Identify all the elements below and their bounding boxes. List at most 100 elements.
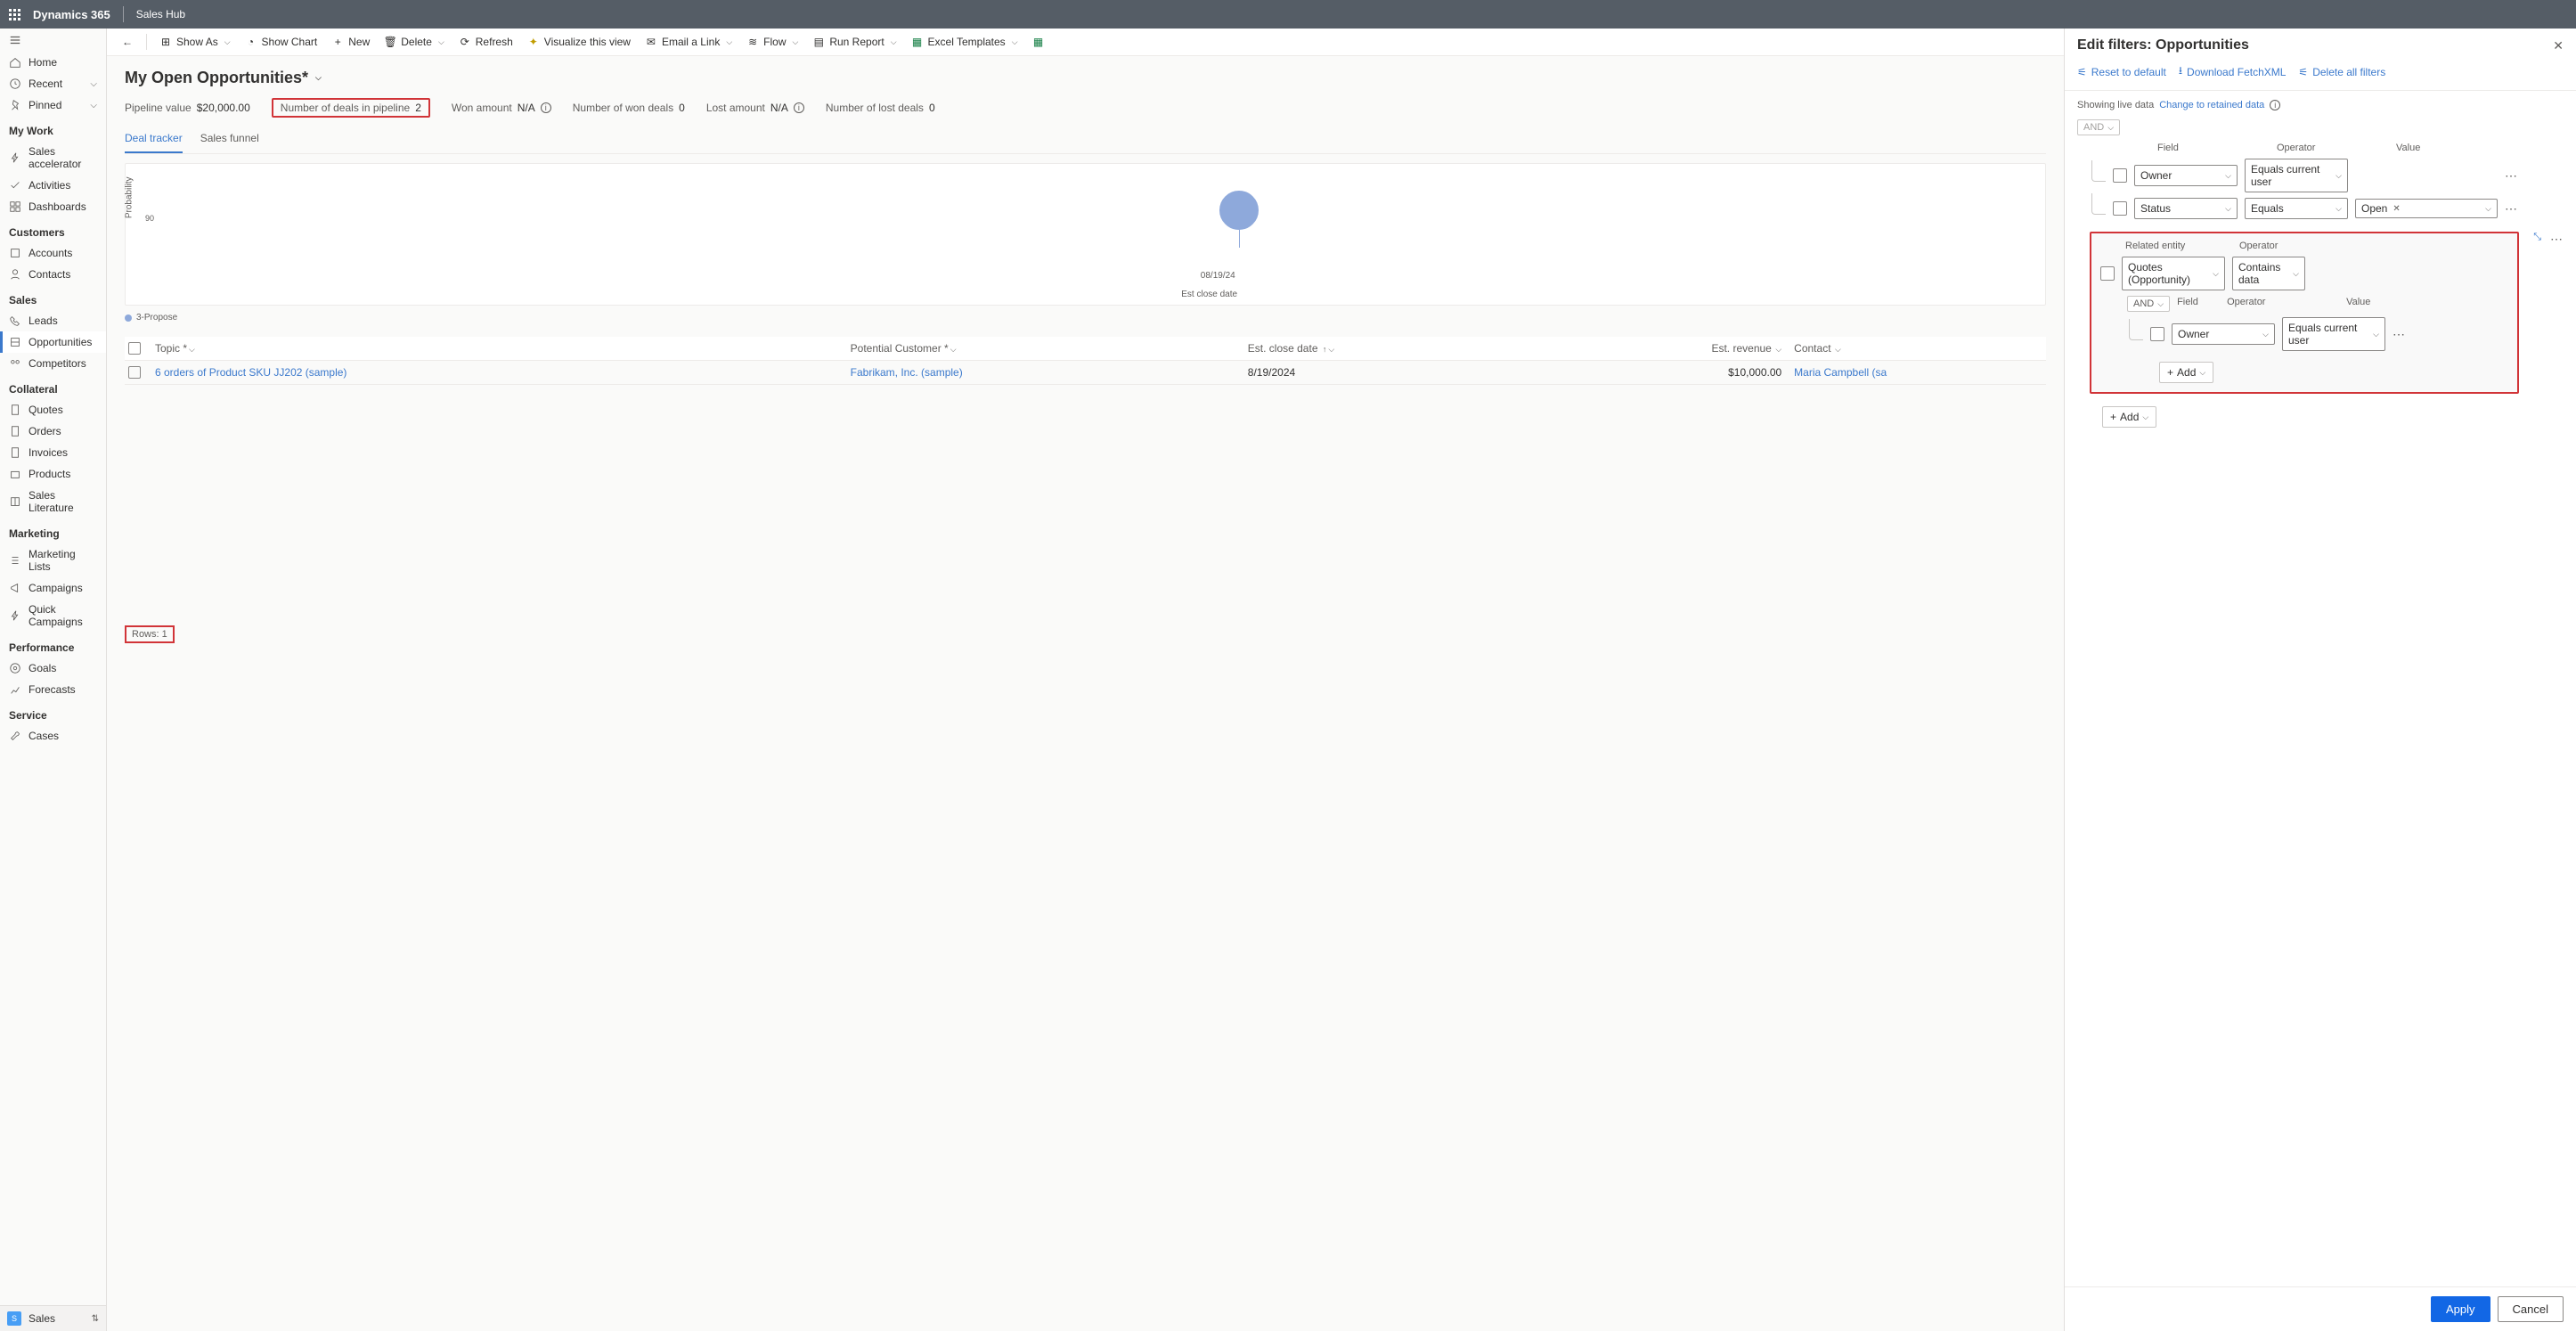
cmd-label: Delete (401, 36, 432, 48)
download-fetchxml-button[interactable]: ⭳Download FetchXML (2179, 62, 2287, 81)
metric-pipeline-value: Pipeline value$20,000.00 (125, 102, 250, 114)
nav-pinned[interactable]: Pinned ⌵ (0, 94, 106, 116)
condition-checkbox[interactable] (2113, 168, 2127, 183)
info-icon[interactable]: i (541, 102, 551, 113)
field-select[interactable]: Owner⌵ (2134, 165, 2238, 186)
info-icon[interactable]: i (2270, 100, 2280, 110)
doc-icon (9, 446, 21, 459)
change-retained-link[interactable]: Change to retained data (2159, 100, 2264, 110)
operator-select[interactable]: Equals current user⌵ (2282, 317, 2385, 351)
area-label: Sales (29, 1312, 55, 1325)
more-actions-button[interactable]: ⋯ (2393, 327, 2406, 342)
person-icon (9, 268, 21, 281)
related-entity-select[interactable]: Quotes (Opportunity)⌵ (2122, 257, 2225, 290)
mail-icon: ✉ (645, 36, 657, 48)
operator-select[interactable]: Equals current user⌵ (2245, 159, 2348, 192)
nav-quotes[interactable]: Quotes (0, 399, 106, 421)
nav-activities[interactable]: Activities (0, 175, 106, 196)
excel-templates-button[interactable]: ▦Excel Templates⌵ (906, 32, 1023, 52)
nav-opportunities[interactable]: Opportunities (0, 331, 106, 353)
col-customer[interactable]: Potential Customer *⌵ (851, 342, 1248, 355)
col-close-date[interactable]: Est. close date ↑⌵ (1248, 342, 1546, 355)
run-report-button[interactable]: ▤Run Report⌵ (807, 32, 901, 52)
chevron-down-icon: ⌵ (224, 37, 231, 47)
nav-home[interactable]: Home (0, 52, 106, 73)
close-button[interactable]: ✕ (2553, 38, 2564, 53)
nav-sales-accelerator[interactable]: Sales accelerator (0, 141, 106, 175)
results-grid: Topic *⌵ Potential Customer *⌵ Est. clos… (125, 337, 2046, 385)
more-actions-button[interactable]: ⋯ (2550, 232, 2564, 247)
nav-campaigns[interactable]: Campaigns (0, 577, 106, 599)
nav-sales-literature[interactable]: Sales Literature (0, 485, 106, 519)
flow-button[interactable]: ≋Flow⌵ (741, 32, 803, 52)
nested-group-operator-chip[interactable]: AND⌵ (2127, 296, 2170, 312)
nav-orders[interactable]: Orders (0, 421, 106, 442)
chevron-down-icon: ⌵ (726, 37, 732, 47)
nav-goals[interactable]: Goals (0, 657, 106, 679)
nav-accounts[interactable]: Accounts (0, 242, 106, 264)
condition-checkbox[interactable] (2100, 266, 2115, 281)
chevron-down-icon: ⌵ (1012, 37, 1018, 47)
col-topic[interactable]: Topic *⌵ (155, 342, 851, 355)
condition-checkbox[interactable] (2150, 327, 2164, 341)
add-condition-button[interactable]: +Add⌵ (2102, 406, 2156, 428)
remove-tag-icon[interactable]: ✕ (2393, 204, 2400, 214)
group-customers: Customers (0, 217, 106, 242)
grid-row[interactable]: 6 orders of Product SKU JJ202 (sample) F… (125, 361, 2046, 385)
operator-select[interactable]: Equals⌵ (2245, 198, 2348, 219)
tree-line (2129, 319, 2143, 340)
visualize-button[interactable]: ✦Visualize this view (522, 32, 636, 52)
nav-leads[interactable]: Leads (0, 310, 106, 331)
delete-button[interactable]: 🗑Delete⌵ (379, 32, 450, 52)
row-checkbox[interactable] (128, 366, 141, 379)
email-link-button[interactable]: ✉Email a Link⌵ (640, 32, 738, 52)
nav-marketing-lists[interactable]: Marketing Lists (0, 543, 106, 577)
info-icon[interactable]: i (794, 102, 804, 113)
refresh-button[interactable]: ⟳Refresh (453, 32, 518, 52)
more-actions-button[interactable]: ⋯ (2505, 201, 2518, 216)
nav-dashboards[interactable]: Dashboards (0, 196, 106, 217)
condition-checkbox[interactable] (2113, 201, 2127, 216)
export-excel-button[interactable]: ▦ (1027, 32, 1050, 52)
reset-default-button[interactable]: ⚟Reset to default (2077, 62, 2166, 81)
group-service: Service (0, 700, 106, 725)
collapse-icon[interactable]: ⤡ (2533, 232, 2541, 243)
field-select[interactable]: Status⌵ (2134, 198, 2238, 219)
app-launcher-icon[interactable] (9, 9, 20, 20)
delete-all-filters-button[interactable]: ⚟Delete all filters (2298, 62, 2385, 81)
nav-recent[interactable]: Recent ⌵ (0, 73, 106, 94)
value-tag-input[interactable]: Open✕⌵ (2355, 199, 2498, 218)
nav-invoices[interactable]: Invoices (0, 442, 106, 463)
new-button[interactable]: +New (326, 32, 375, 52)
add-nested-button[interactable]: +Add⌵ (2159, 362, 2213, 383)
cell-contact[interactable]: Maria Campbell (sa (1794, 366, 2042, 379)
cell-close-date: 8/19/2024 (1248, 366, 1546, 379)
cancel-button[interactable]: Cancel (2498, 1296, 2564, 1322)
cell-customer[interactable]: Fabrikam, Inc. (sample) (851, 366, 1248, 379)
back-button[interactable]: ← (116, 32, 139, 52)
chart-bubble[interactable] (1219, 191, 1259, 230)
group-operator-chip[interactable]: AND⌵ (2077, 119, 2120, 135)
tab-deal-tracker[interactable]: Deal tracker (125, 125, 183, 153)
col-contact[interactable]: Contact ⌵ (1794, 342, 2042, 355)
nav-contacts[interactable]: Contacts (0, 264, 106, 285)
nav-products[interactable]: Products (0, 463, 106, 485)
area-switcher[interactable]: S Sales ⇅ (0, 1305, 106, 1331)
related-operator-select[interactable]: Contains data⌵ (2232, 257, 2305, 290)
cell-topic[interactable]: 6 orders of Product SKU JJ202 (sample) (155, 366, 851, 379)
nav-quick-campaigns[interactable]: Quick Campaigns (0, 599, 106, 633)
nav-forecasts[interactable]: Forecasts (0, 679, 106, 700)
select-all-checkbox[interactable] (128, 342, 141, 355)
nav-cases[interactable]: Cases (0, 725, 106, 747)
show-chart-button[interactable]: ◔Show Chart (240, 32, 323, 52)
field-select[interactable]: Owner⌵ (2172, 323, 2275, 345)
view-title[interactable]: My Open Opportunities* ⌵ (125, 69, 2046, 87)
apply-button[interactable]: Apply (2431, 1296, 2490, 1322)
col-revenue[interactable]: Est. revenue ⌵ (1545, 342, 1794, 355)
nav-competitors[interactable]: Competitors (0, 353, 106, 374)
hamburger-icon[interactable] (0, 29, 106, 52)
chevron-down-icon: ⌵ (2107, 123, 2114, 133)
more-actions-button[interactable]: ⋯ (2505, 168, 2518, 184)
show-as-button[interactable]: ⊞Show As⌵ (154, 32, 236, 52)
tab-sales-funnel[interactable]: Sales funnel (200, 125, 259, 153)
